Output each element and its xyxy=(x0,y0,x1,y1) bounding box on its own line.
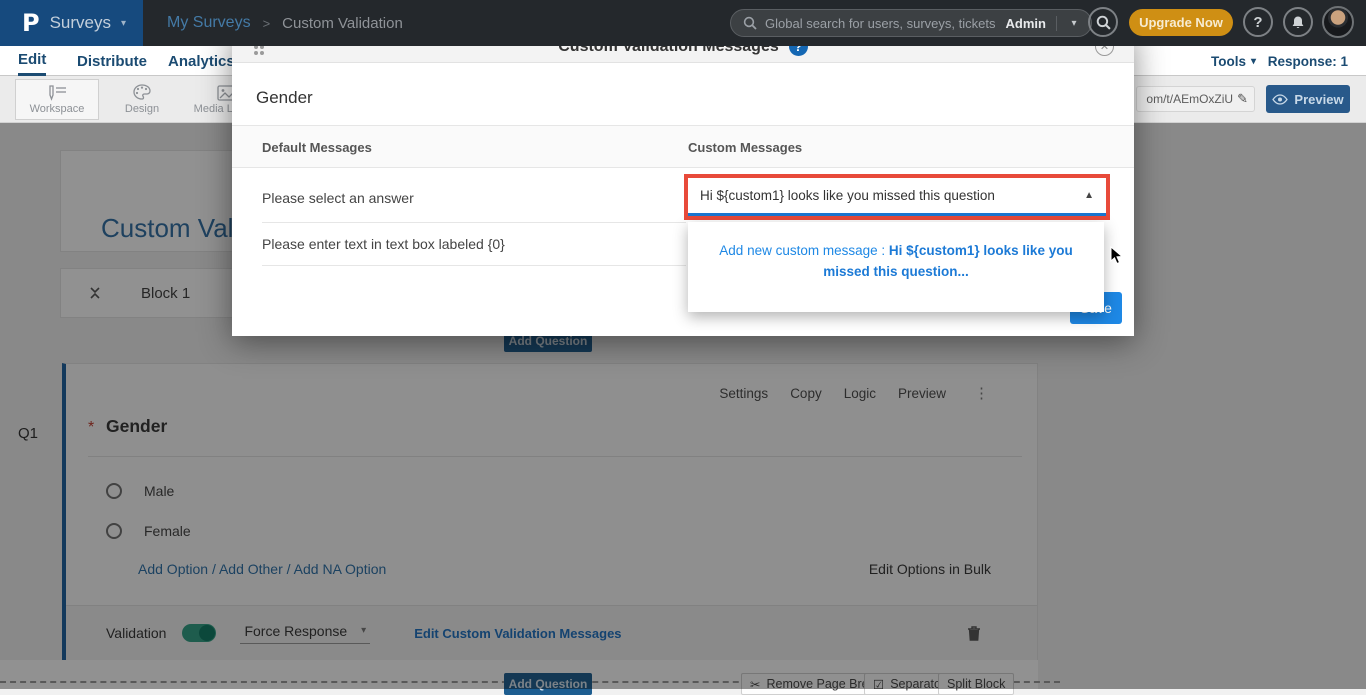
breadcrumb-current: Custom Validation xyxy=(282,15,403,32)
divider xyxy=(262,222,686,223)
search-scope-label: Admin xyxy=(996,16,1057,31)
tab-edit[interactable]: Edit xyxy=(18,46,46,76)
help-icon[interactable]: ? xyxy=(1243,7,1273,37)
app-logo-area[interactable]: P Surveys ▾ xyxy=(0,0,143,46)
survey-url-field[interactable]: om/t/AEmOxZiU ✎ xyxy=(1136,86,1255,112)
chevron-down-icon: ▾ xyxy=(121,18,126,29)
edit-url-pencil-icon[interactable]: ✎ xyxy=(1237,92,1248,107)
tools-menu[interactable]: Tools ▾ xyxy=(1211,46,1256,76)
highlight-red-box: Hi ${custom1} looks like you missed this… xyxy=(684,174,1110,220)
top-navbar: P Surveys ▾ My Surveys > Custom Validati… xyxy=(0,0,1366,46)
chevron-up-icon: ▲ xyxy=(1084,190,1094,201)
avatar[interactable] xyxy=(1322,6,1354,38)
preview-label: Preview xyxy=(1294,92,1343,107)
mouse-cursor xyxy=(1110,246,1123,265)
breadcrumb-separator: > xyxy=(263,16,271,31)
tab-distribute[interactable]: Distribute xyxy=(77,46,147,76)
survey-url-value: om/t/AEmOxZiU xyxy=(1143,92,1233,106)
proprofs-logo: P xyxy=(22,9,40,37)
response-count[interactable]: Response: 1 xyxy=(1268,46,1348,76)
breadcrumb-my-surveys[interactable]: My Surveys xyxy=(167,14,251,32)
breadcrumb: My Surveys > Custom Validation xyxy=(167,0,403,46)
messages-table-header: Default Messages Custom Messages xyxy=(232,126,1134,168)
column-custom-messages: Custom Messages xyxy=(688,140,802,155)
workspace-icon xyxy=(46,85,68,101)
custom-message-value: Hi ${custom1} looks like you missed this… xyxy=(700,188,1084,203)
chevron-down-icon: ▾ xyxy=(1251,56,1256,67)
tab-analytics[interactable]: Analytics xyxy=(168,46,235,76)
palette-icon xyxy=(132,84,152,101)
modal-question-heading: Gender xyxy=(256,88,313,108)
search-input[interactable]: Global search for users, surveys, ticket… xyxy=(765,16,996,31)
column-default-messages: Default Messages xyxy=(262,140,372,155)
toolbar-label: Design xyxy=(125,103,159,115)
product-name: Surveys xyxy=(50,13,111,33)
search-icon xyxy=(743,16,757,30)
preview-button[interactable]: Preview xyxy=(1266,85,1350,113)
notifications-bell-icon[interactable] xyxy=(1283,7,1313,37)
eye-icon xyxy=(1272,94,1288,105)
custom-message-dropdown: Add new custom message : Hi ${custom1} l… xyxy=(688,222,1104,312)
toolbar-item-workspace[interactable]: Workspace xyxy=(15,79,99,120)
custom-validation-modal: Custom Validation Messages ? ✕ Gender De… xyxy=(232,30,1134,336)
toolbar-label: Workspace xyxy=(30,103,85,115)
default-message-1: Please select an answer xyxy=(262,190,414,206)
search-scope-dropdown[interactable]: ▾ xyxy=(1057,18,1091,29)
divider xyxy=(262,265,686,266)
search-submit-button[interactable] xyxy=(1088,7,1118,37)
add-new-custom-message-link[interactable]: Add new custom message : xyxy=(719,243,889,258)
upgrade-now-button[interactable]: Upgrade Now xyxy=(1129,9,1233,36)
custom-message-select[interactable]: Hi ${custom1} looks like you missed this… xyxy=(688,178,1106,216)
global-search-bar[interactable]: Global search for users, surveys, ticket… xyxy=(730,9,1092,37)
default-message-2: Please enter text in text box labeled {0… xyxy=(262,236,505,252)
tools-label: Tools xyxy=(1211,54,1246,69)
toolbar-item-design[interactable]: Design xyxy=(100,79,184,120)
